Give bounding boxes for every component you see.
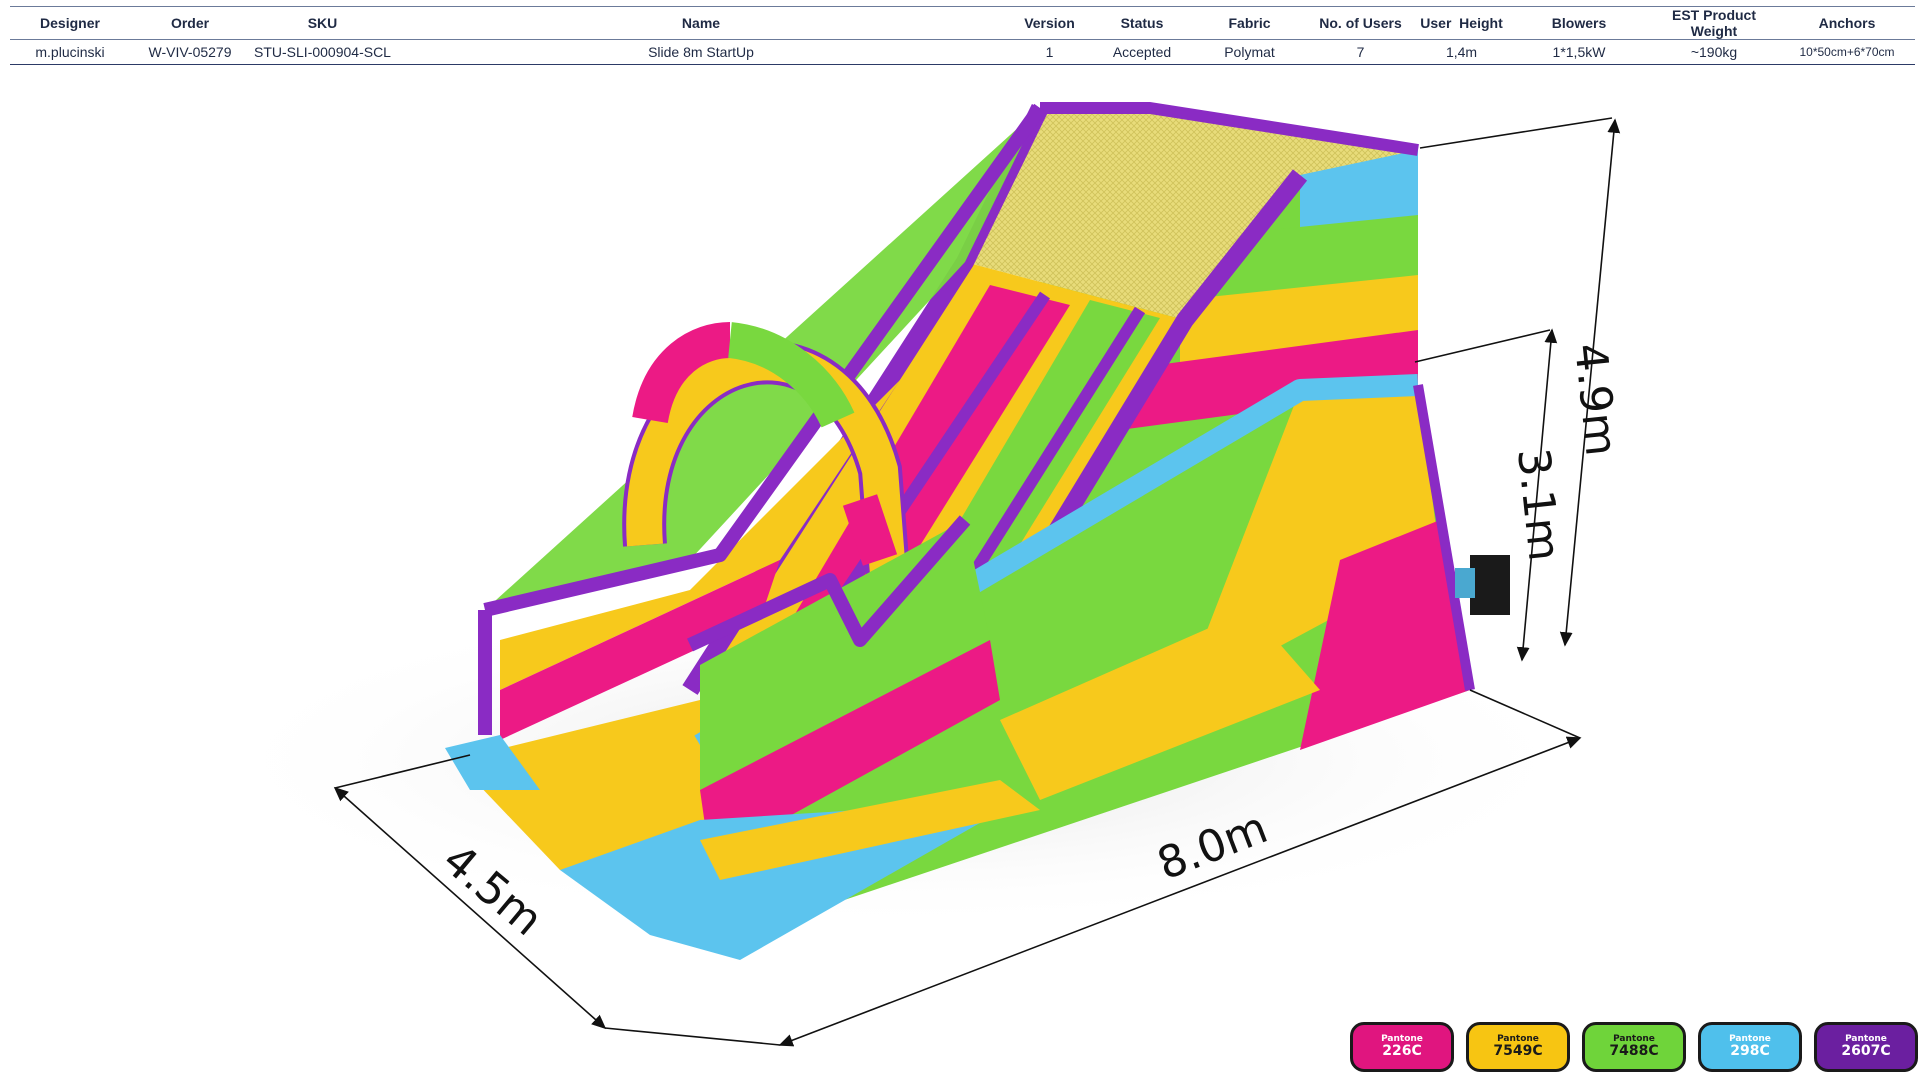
dimension-height-total: 4.9m	[1564, 341, 1627, 459]
swatch-2607c: Pantone 2607C	[1814, 1022, 1918, 1072]
swatch-298c: Pantone 298C	[1698, 1022, 1802, 1072]
swatch-code: 298C	[1730, 1043, 1770, 1059]
swatch-code: 226C	[1382, 1043, 1422, 1059]
dimension-height-platform: 3.1m	[1507, 446, 1570, 564]
swatch-code: 7549C	[1493, 1043, 1543, 1059]
blower	[1455, 555, 1510, 615]
inflatable-slide-render: 4.9m 3.1m 8.0m 4.5m	[200, 102, 1627, 1047]
swatch-226c: Pantone 226C	[1350, 1022, 1454, 1072]
swatch-7488c: Pantone 7488C	[1582, 1022, 1686, 1072]
swatch-code: 7488C	[1609, 1043, 1659, 1059]
swatch-7549c: Pantone 7549C	[1466, 1022, 1570, 1072]
swatch-code: 2607C	[1841, 1043, 1891, 1059]
